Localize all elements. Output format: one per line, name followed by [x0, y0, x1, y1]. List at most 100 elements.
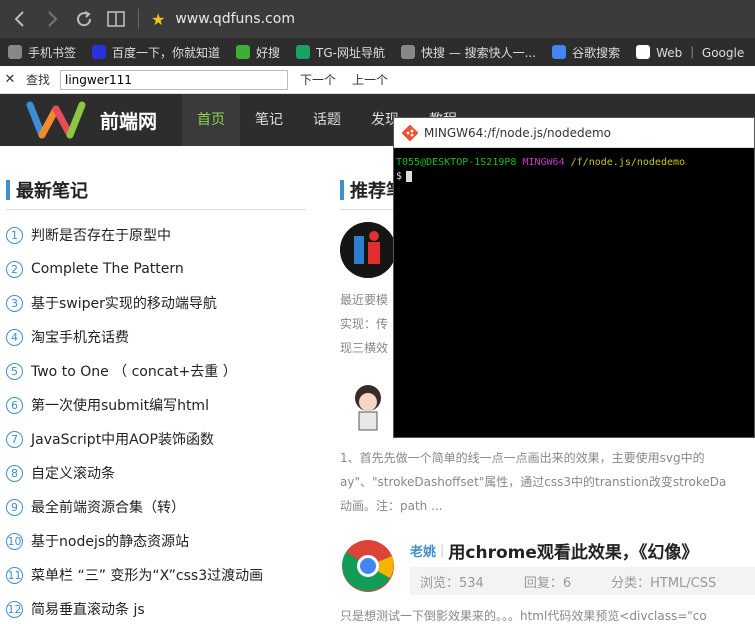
nav-item[interactable]: 话题	[298, 94, 356, 146]
nav-item[interactable]: 首页	[182, 94, 240, 146]
item-number-badge: 1	[6, 226, 23, 244]
bookmarks-bar: 手机书签 百度一下，你就知道 好搜 TG-网址导航 快搜 — 搜索快人一... 谷歌搜索 W…	[0, 38, 755, 66]
site-name[interactable]: 前端网	[100, 107, 180, 134]
avatar[interactable]	[340, 378, 396, 434]
item-number-badge: 9	[6, 498, 23, 516]
reload-icon[interactable]	[72, 7, 96, 31]
note-title[interactable]: 判断是否存在于原型中	[31, 225, 171, 245]
bookmark-star-icon[interactable]: ★	[151, 10, 165, 29]
list-item[interactable]: 8 自定义滚动条	[6, 456, 306, 490]
excerpt-line: 最近要模	[340, 293, 389, 307]
note-title[interactable]: JavaScript中用AOP装饰函数	[31, 429, 214, 449]
list-item[interactable]: 1 判断是否存在于原型中	[6, 218, 306, 252]
bookmark-item[interactable]: 好搜	[228, 38, 288, 66]
bookmark-item[interactable]: Web ｜ Google	[628, 38, 752, 66]
reply-count: 回复：6	[523, 575, 572, 591]
address-bar[interactable]: www.qdfuns.com	[175, 11, 295, 27]
terminal-prompt: $	[396, 171, 403, 182]
bookmark-item[interactable]: 谷歌搜索	[544, 38, 628, 66]
bookmark-label: 百度一下，你就知道	[112, 45, 221, 60]
latest-notes-title: 最新笔记	[16, 180, 88, 202]
list-item[interactable]: 5 Two to One （ concat+去重 ）	[6, 354, 306, 388]
haosou-icon	[236, 45, 251, 59]
item-number-badge: 8	[6, 464, 23, 482]
excerpt-line: 实现：传	[340, 317, 389, 331]
find-input[interactable]	[60, 69, 289, 90]
note-title[interactable]: Two to One （ concat+去重 ）	[31, 361, 237, 381]
nav-item[interactable]: 笔记	[240, 94, 298, 146]
google-icon	[552, 45, 567, 59]
list-item[interactable]: 7 JavaScript中用AOP装饰函数	[6, 422, 306, 456]
note-title[interactable]: 第一次使用submit编写html	[31, 395, 209, 415]
list-item[interactable]: 3 基于swiper实现的移动端导航	[6, 286, 306, 320]
note-title[interactable]: 自定义滚动条	[31, 463, 115, 483]
author-name[interactable]: 老姚	[410, 541, 436, 560]
category[interactable]: 分类：HTML/CSS	[611, 572, 716, 591]
terminal-output[interactable]: T055@DESKTOP-1S219P8 MINGW64 /f/node.js/…	[394, 148, 754, 192]
item-number-badge: 4	[6, 328, 23, 346]
note-title[interactable]: 最全前端资源合集（转）	[31, 497, 185, 517]
close-find-icon[interactable]: ✕	[0, 72, 20, 87]
folder-icon	[8, 45, 22, 59]
notes-list: 1 判断是否存在于原型中 2 Complete The Pattern 3 基于swipe…	[6, 218, 306, 624]
find-prev-button[interactable]: 上一个	[348, 71, 392, 88]
bookmark-label: 谷歌搜索	[572, 45, 621, 60]
bookmark-label: Web ｜ Google	[656, 45, 745, 60]
note-title[interactable]: 基于swiper实现的移动端导航	[31, 293, 217, 313]
recommended-item-title[interactable]: 用chrome观看此效果，《幻像》	[448, 538, 698, 563]
note-title[interactable]: 菜单栏 “三” 变形为“X”css3过渡动画	[31, 565, 263, 585]
tg-icon	[296, 45, 311, 59]
list-item[interactable]: 9 最全前端资源合集（转）	[6, 490, 306, 524]
terminal-window[interactable]: MINGW64:/f/node.js/nodedemo T055@DESKTOP…	[393, 117, 755, 438]
note-title[interactable]: 基于nodejs的静态资源站	[31, 531, 189, 551]
bookmark-item[interactable]: 手机书签	[0, 38, 84, 66]
bookmark-item[interactable]: 快搜 — 搜索快人一...	[393, 38, 544, 66]
list-item[interactable]: 10 基于nodejs的静态资源站	[6, 524, 306, 558]
note-title[interactable]: 淘宝手机充话费	[31, 327, 129, 347]
latest-notes-heading: 最新笔记	[6, 170, 306, 210]
bookmark-label: 好搜	[256, 45, 281, 60]
git-icon	[402, 124, 418, 141]
excerpt-line: ay"、"strokeDashoffset"属性，通过css3中的transti…	[340, 475, 727, 489]
item-number-badge: 3	[6, 294, 23, 312]
bookmark-label: TG-网址导航	[316, 45, 386, 60]
forward-icon[interactable]	[40, 7, 64, 31]
terminal-title: MINGW64:/f/node.js/nodedemo	[424, 125, 612, 140]
site-logo-icon[interactable]	[22, 95, 92, 145]
excerpt-line: 1、首先先做一个简单的线一点一点画出来的效果，主要使用svg中的	[340, 451, 705, 465]
item-number-badge: 5	[6, 362, 23, 380]
recommended-item-header: 老姚 | 用chrome观看此效果，《幻像》	[410, 538, 698, 563]
list-item[interactable]: 4 淘宝手机充话费	[6, 320, 306, 354]
reader-icon[interactable]	[104, 7, 128, 31]
bookmark-label: 快搜 — 搜索快人一...	[421, 45, 537, 60]
list-item[interactable]: 6 第一次使用submit编写html	[6, 388, 306, 422]
terminal-titlebar[interactable]: MINGW64:/f/node.js/nodedemo	[394, 118, 754, 148]
note-title[interactable]: Complete The Pattern	[31, 261, 184, 277]
terminal-env: MINGW64	[522, 157, 565, 168]
find-bar: ✕ 查找 下一个 上一个	[0, 66, 755, 94]
view-count: 浏览：534	[420, 575, 484, 591]
item-number-badge: 7	[6, 430, 23, 448]
latest-notes-section: 最新笔记 1 判断是否存在于原型中 2 Complete The Pattern 3 基于…	[6, 170, 306, 624]
excerpt-line: 现三横效	[340, 341, 389, 355]
back-icon[interactable]	[8, 7, 32, 31]
screen: ★ www.qdfuns.com 手机书签 百度一下，你就知道 好搜 TG-网址导航 快…	[0, 0, 755, 624]
web-icon	[636, 45, 651, 59]
note-title[interactable]: 简易垂直滚动条 js	[31, 599, 145, 619]
terminal-cursor	[406, 170, 413, 182]
excerpt-line: 动画。注：path ...	[340, 499, 443, 513]
bookmark-item[interactable]: TG-网址导航	[288, 38, 393, 66]
list-item[interactable]: 11 菜单栏 “三” 变形为“X”css3过渡动画	[6, 558, 306, 592]
item-number-badge: 10	[6, 532, 23, 550]
terminal-path: /f/node.js/nodedemo	[570, 157, 686, 168]
list-item[interactable]: 2 Complete The Pattern	[6, 252, 306, 286]
toolbar-divider	[138, 9, 139, 29]
item-number-badge: 2	[6, 260, 23, 278]
chrome-avatar-icon[interactable]	[340, 538, 396, 594]
find-next-button[interactable]: 下一个	[296, 71, 340, 88]
bookmark-item[interactable]: 百度一下，你就知道	[84, 38, 228, 66]
list-item[interactable]: 12 简易垂直滚动条 js	[6, 592, 306, 624]
bookmark-label: 手机书签	[28, 45, 77, 60]
find-label: 查找	[26, 73, 51, 87]
avatar[interactable]	[340, 222, 396, 278]
